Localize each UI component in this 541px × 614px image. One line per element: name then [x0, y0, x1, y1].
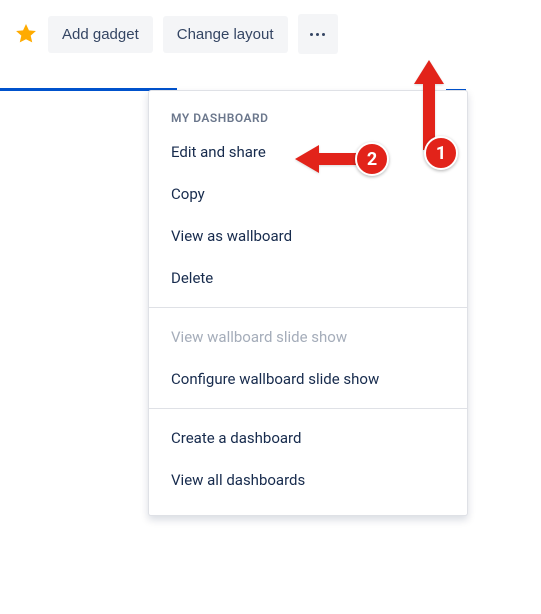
menu-item-delete[interactable]: Delete — [149, 257, 467, 299]
menu-item-edit-share[interactable]: Edit and share — [149, 131, 467, 173]
more-button[interactable] — [298, 14, 338, 54]
menu-item-configure-slideshow[interactable]: Configure wallboard slide show — [149, 358, 467, 400]
menu-item-view-slideshow: View wallboard slide show — [149, 316, 467, 358]
dropdown-section-header: MY DASHBOARD — [149, 101, 467, 131]
change-layout-button[interactable]: Change layout — [163, 16, 288, 53]
toolbar: Add gadget Change layout — [0, 0, 541, 54]
ellipsis-icon — [310, 33, 325, 36]
more-dropdown-menu: MY DASHBOARD Edit and share Copy View as… — [148, 90, 468, 516]
menu-item-view-all[interactable]: View all dashboards — [149, 459, 467, 501]
star-icon[interactable] — [14, 22, 38, 46]
menu-item-copy[interactable]: Copy — [149, 173, 467, 215]
menu-item-view-wallboard[interactable]: View as wallboard — [149, 215, 467, 257]
menu-item-create-dashboard[interactable]: Create a dashboard — [149, 417, 467, 459]
menu-divider — [149, 307, 467, 308]
add-gadget-button[interactable]: Add gadget — [48, 16, 153, 53]
menu-divider — [149, 408, 467, 409]
